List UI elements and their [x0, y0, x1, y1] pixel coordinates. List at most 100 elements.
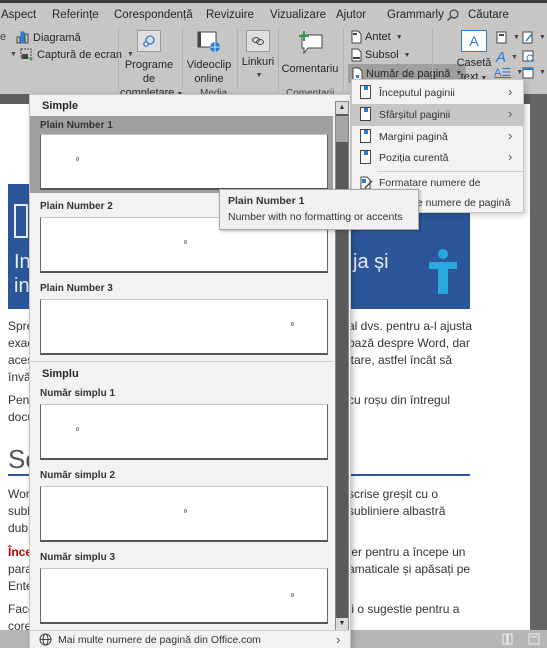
- tab-grammarly[interactable]: Grammarly: [387, 9, 444, 21]
- header-button[interactable]: Antet ▼: [351, 30, 403, 44]
- tab-aspect[interactable]: Aspect: [1, 9, 36, 21]
- chevron-right-icon: ›: [508, 128, 513, 143]
- text-line: itare, astfel încât să: [348, 353, 453, 367]
- new-comment-icon: [299, 31, 323, 55]
- object-button[interactable]: ▼: [522, 66, 546, 79]
- gallery-item-label: Plain Number 1: [40, 120, 113, 131]
- quick-parts-button[interactable]: ▼: [496, 31, 520, 44]
- chevron-right-icon: ›: [336, 632, 341, 647]
- cut-off-label: e: [0, 31, 7, 43]
- page-number-label: Număr de pagină: [366, 67, 451, 80]
- word-window: Aspect Referințe Corespondență Revizuire…: [0, 0, 547, 648]
- page-bottom-icon: [360, 107, 371, 121]
- gallery-item-numar-simplu-1[interactable]: Număr simplu 1: [30, 384, 333, 462]
- scroll-thumb[interactable]: [336, 116, 348, 142]
- chevron-down-icon: ▼: [403, 51, 411, 59]
- chevron-down-icon: ▼: [539, 69, 546, 76]
- read-mode-icon[interactable]: [502, 633, 514, 645]
- addins-icon: [137, 30, 161, 52]
- gallery-item-numar-simplu-3[interactable]: Număr simplu 3: [30, 548, 333, 628]
- footer-label: Subsol: [365, 49, 399, 61]
- search-icon[interactable]: [446, 8, 460, 22]
- menu-item-page-margins[interactable]: Margini pagină ›: [352, 126, 523, 148]
- gallery-section-heading: Simple: [42, 100, 79, 112]
- signature-line-button[interactable]: ▼: [522, 31, 546, 44]
- paragraph-4-right: ter pentru a începe un amaticale și apăs…: [348, 544, 470, 578]
- print-layout-icon[interactable]: [528, 633, 540, 645]
- tooltip-title: Plain Number 1: [228, 195, 305, 207]
- page-number-dot: [76, 427, 79, 431]
- tooltip-description: Number with no formatting or accents: [228, 211, 403, 223]
- page-top-icon: [360, 85, 371, 99]
- scroll-down-arrow-icon[interactable]: ▼: [336, 618, 348, 630]
- links-button[interactable]: Linkuri ▼: [240, 30, 276, 83]
- more-page-numbers-link[interactable]: Mai multe numere de pagină din Office.co…: [30, 630, 350, 648]
- online-video-button[interactable]: Videoclip online: [186, 30, 232, 86]
- paragraph-5-right: ți o sugestie pentru a: [348, 601, 459, 618]
- page-margins-icon: [360, 129, 371, 143]
- chart-button[interactable]: Diagramă: [16, 31, 81, 44]
- gallery-item-label: Plain Number 2: [40, 201, 113, 212]
- gallery-item-preview: [40, 404, 328, 460]
- chart-icon: [16, 31, 29, 44]
- globe-icon: [39, 633, 52, 646]
- tab-vizualizare[interactable]: Vizualizare: [270, 9, 326, 21]
- comment-button[interactable]: Comentariu: [280, 30, 340, 76]
- vertical-scrollbar[interactable]: [530, 94, 547, 630]
- tab-revizuire[interactable]: Revizuire: [206, 9, 254, 21]
- screenshot-button[interactable]: ▼ Captură de ecran ▼: [8, 48, 134, 61]
- footer-icon: [351, 48, 362, 62]
- gallery-item-numar-simplu-2[interactable]: Număr simplu 2: [30, 466, 333, 544]
- text-line: bază despre Word, dar: [348, 336, 470, 350]
- date-time-icon: [522, 50, 534, 62]
- gallery-item-label: Plain Number 3: [40, 283, 113, 294]
- page-number-dot: [76, 157, 79, 161]
- search-label[interactable]: Căutare: [468, 9, 509, 21]
- chart-label: Diagramă: [33, 31, 81, 44]
- banner-text-right: ja și: [353, 251, 389, 273]
- text-box-icon: A: [461, 30, 487, 52]
- text-line: subliniere albastră: [348, 504, 446, 518]
- format-page-numbers-icon: [360, 176, 373, 190]
- gallery-item-preview: [40, 299, 328, 355]
- text-line: ter pentru a începe un: [348, 545, 466, 559]
- paragraph-2-right: cu roșu din întregul: [348, 392, 450, 409]
- wordart-button[interactable]: A ▼: [496, 49, 518, 66]
- text-line: cu roșu din întregul: [348, 393, 451, 407]
- chevron-down-icon: ▼: [255, 72, 263, 79]
- page-number-gallery: Simple Plain Number 1 Plain Number 2 Pla…: [29, 94, 351, 648]
- menu-item-label: Margini pagină: [379, 131, 448, 143]
- gallery-item-plain-number-3[interactable]: Plain Number 3: [30, 279, 333, 357]
- footer-button[interactable]: Subsol ▼: [351, 48, 411, 62]
- date-time-button[interactable]: [522, 49, 534, 62]
- text-line: dub: [8, 521, 29, 535]
- tab-corespondenta[interactable]: Corespondență: [114, 9, 193, 21]
- text-line: ți o sugestie pentru a: [348, 602, 460, 616]
- page-number-dot: [184, 240, 187, 244]
- chevron-down-icon: ▼: [539, 34, 546, 41]
- gallery-item-preview: [40, 134, 328, 190]
- tab-referinte[interactable]: Referințe: [52, 9, 99, 21]
- wordart-icon: A: [496, 49, 507, 66]
- drop-cap-button[interactable]: A☰ ▼: [494, 66, 523, 79]
- menu-item-current-position[interactable]: Poziția curentă ›: [352, 147, 523, 169]
- paragraph-1-right: al dvs. pentru a-l ajusta bază despre Wo…: [348, 318, 472, 369]
- online-video-icon: [197, 31, 220, 52]
- gallery-scrollbar[interactable]: ▲ ▼: [335, 101, 349, 631]
- menu-item-top-of-page[interactable]: Începutul paginii ›: [352, 82, 523, 104]
- banner-box: [14, 204, 28, 238]
- gallery-item-label: Număr simplu 3: [40, 552, 116, 563]
- gallery-item-plain-number-1[interactable]: Plain Number 1: [30, 116, 333, 193]
- scroll-up-arrow-icon[interactable]: ▲: [336, 102, 348, 114]
- text-line: subl: [8, 504, 31, 518]
- chevron-down-icon: ▼: [10, 51, 17, 58]
- menu-item-bottom-of-page[interactable]: Sfârșitul paginii ›: [352, 104, 523, 126]
- text-box-button[interactable]: A Casetă text▼: [455, 30, 493, 86]
- drop-cap-icon: A☰: [494, 67, 512, 79]
- tab-ajutor[interactable]: Ajutor: [336, 9, 366, 21]
- more-page-numbers-label: Mai multe numere de pagină din Office.co…: [58, 634, 261, 646]
- ribbon-tab-row: Aspect Referințe Corespondență Revizuire…: [0, 0, 547, 28]
- addins-button[interactable]: Programe de completare▼: [120, 30, 183, 102]
- chevron-down-icon: ▼: [511, 54, 518, 61]
- page-number-dot: [184, 509, 187, 513]
